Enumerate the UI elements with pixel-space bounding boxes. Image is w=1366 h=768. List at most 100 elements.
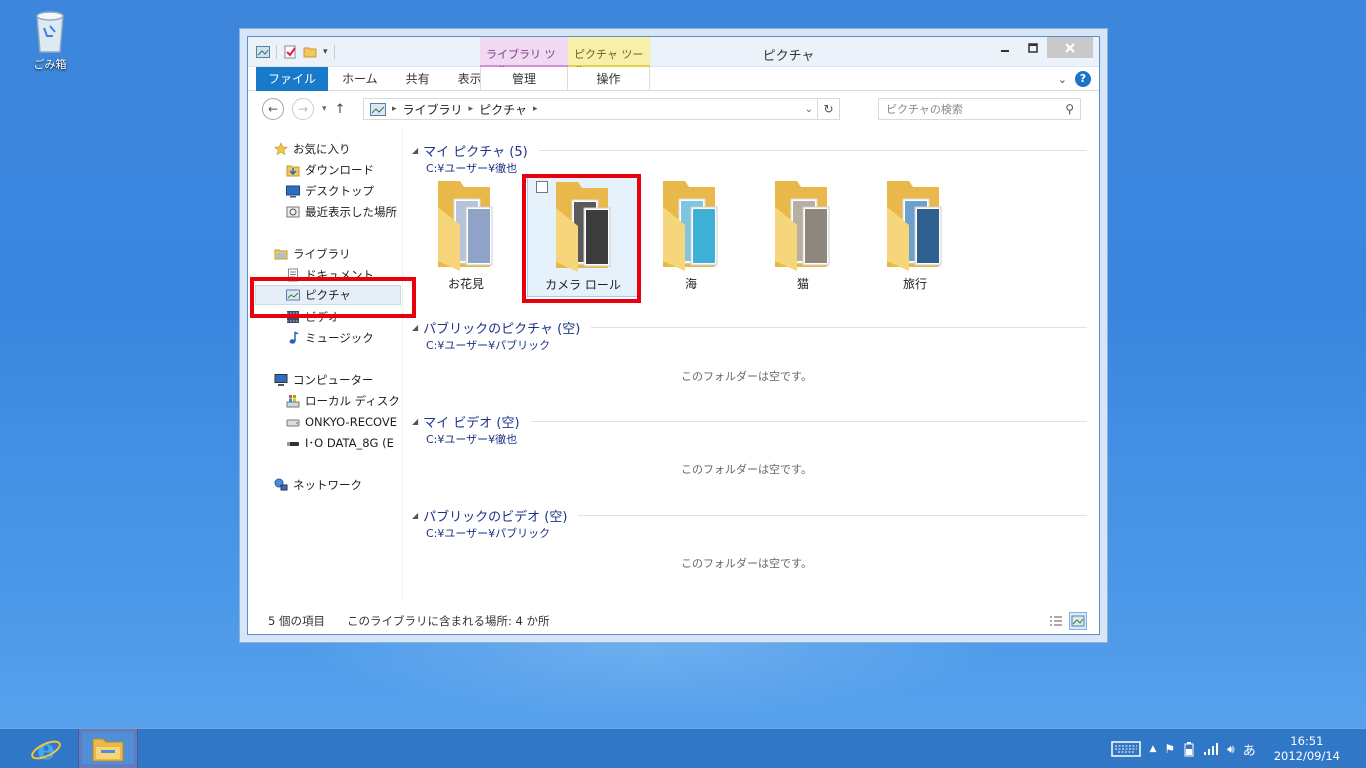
maximize-button[interactable] [1019,37,1047,58]
tab-operate[interactable]: 操作 [568,66,650,91]
collapse-arrow-icon[interactable]: ◢ [412,511,418,520]
properties-icon[interactable] [283,45,297,59]
show-hidden-icons-icon[interactable]: ▲ [1149,744,1156,754]
tab-share[interactable]: 共有 [392,67,444,91]
group-header-public-videos[interactable]: ◢ パブリックのビデオ (空) [412,507,1087,525]
forward-arrow-icon: → [297,102,309,116]
nav-documents[interactable]: ドキュメント [286,265,374,285]
collapse-arrow-icon[interactable]: ◢ [412,323,418,332]
minimize-icon [1001,49,1009,52]
volume-icon[interactable]: 🔊︎ [1227,742,1235,757]
help-icon[interactable]: ? [1075,71,1091,87]
battery-icon[interactable] [1183,741,1195,757]
tab-file[interactable]: ファイル [256,66,329,91]
internet-explorer-taskbar-button[interactable]: e [17,729,75,768]
group-divider [591,326,1087,328]
collapse-arrow-icon[interactable]: ◢ [412,417,418,426]
taskbar-clock[interactable]: 16:51 2012/09/14 [1274,734,1340,764]
refresh-icon: ↻ [823,102,834,116]
clock-date: 2012/09/14 [1273,749,1340,763]
ime-mode-indicator[interactable]: あ [1243,740,1256,759]
nav-label: ピクチャ [305,288,351,302]
breadcrumb-separator: ▸ [468,104,474,114]
window-controls [991,37,1093,58]
minimize-button[interactable] [991,37,1019,58]
qat-customize-icon[interactable]: ▾ [323,47,328,57]
network-signal-icon[interactable] [1203,742,1219,756]
address-bar[interactable]: ▸ ライブラリ ▸ ピクチャ ▸ ⌄ ↻ [363,98,840,120]
touch-keyboard-icon[interactable] [1111,741,1142,757]
search-box[interactable]: ピクチャの検索 ⚲ [878,98,1081,120]
address-dropdown-icon[interactable]: ⌄ [805,104,813,115]
folder-tile[interactable]: 旅行 [859,177,971,297]
recycle-bin-label: ごみ箱 [33,58,67,71]
folder-with-photos-icon [663,181,718,271]
nav-label: ライブラリ [293,247,351,261]
folder-with-photos-icon [556,182,611,272]
folder-tile[interactable]: お花見 [410,177,522,297]
tab-manage[interactable]: 管理 [480,66,568,91]
network-icon [274,478,288,491]
folder-tile-selected[interactable]: カメラ ロール [527,177,639,297]
nav-recent-places[interactable]: 最近表示した場所 [286,202,397,222]
folder-with-photos-icon [438,181,493,271]
tab-home[interactable]: ホーム [328,67,392,91]
nav-network[interactable]: ネットワーク [274,475,362,495]
title-bar: ▾ ライブラリ ツール ピクチャ ツール ピクチャ [248,37,1099,77]
folder-name: お花見 [447,277,484,291]
new-folder-icon[interactable] [303,45,317,59]
recycle-bin-icon [36,11,64,53]
folder-name: 旅行 [902,277,927,291]
file-explorer-icon [92,738,124,762]
empty-folder-message: このフォルダーは空です。 [681,463,812,476]
group-header-my-pictures[interactable]: ◢ マイ ピクチャ (5) [412,142,1087,160]
nav-pictures[interactable]: ピクチャ [255,285,401,305]
large-icons-view-button[interactable] [1069,612,1087,630]
internet-explorer-icon: e [31,734,61,764]
nav-label: ビデオ [305,310,340,324]
group-header-my-videos[interactable]: ◢ マイ ビデオ (空) [412,413,1087,431]
close-button[interactable] [1047,37,1093,58]
documents-icon [288,268,298,282]
nav-onkyo-recovery[interactable]: ONKYO-RECOVE [286,412,397,432]
forward-button[interactable]: → [292,98,314,120]
nav-videos[interactable]: ビデオ [286,307,340,327]
nav-label: ドキュメント [305,268,374,282]
computer-icon [274,374,288,386]
empty-folder-message: このフォルダーは空です。 [681,557,812,570]
details-view-button[interactable] [1047,612,1065,630]
file-explorer-taskbar-button[interactable] [79,729,137,768]
nav-label: ローカル ディスク (C [305,394,402,408]
group-path: C:¥ユーザー¥パブリック [426,339,551,352]
search-placeholder: ピクチャの検索 [886,103,963,116]
nav-label: ONKYO-RECOVE [305,415,397,429]
nav-computer[interactable]: コンピューター [274,370,374,390]
svg-text:e: e [37,734,55,764]
recycle-bin-desktop-icon[interactable]: ごみ箱 [22,8,78,72]
nav-desktop[interactable]: デスクトップ [286,181,374,201]
nav-downloads[interactable]: ダウンロード [286,160,374,180]
nav-io-data-drive[interactable]: I･O DATA_8G (E [286,433,394,453]
taskbar: e ▲ ⚑ 🔊︎ あ 16:51 2012/09/14 [0,728,1366,768]
recent-locations-chevron-icon[interactable]: ▾ [322,104,327,114]
nav-music[interactable]: ミュージック [286,328,374,348]
nav-libraries[interactable]: ライブラリ [274,244,351,264]
breadcrumb-separator: ▸ [532,104,538,114]
refresh-button[interactable]: ↻ [817,98,839,120]
back-button[interactable]: ← [262,98,284,120]
breadcrumb-pictures[interactable]: ピクチャ [479,101,527,118]
group-path: C:¥ユーザー¥徹也 [426,433,518,446]
group-header-public-pictures[interactable]: ◢ パブリックのピクチャ (空) [412,319,1087,337]
window-system-icon[interactable] [256,45,270,59]
downloads-folder-icon [286,165,300,177]
nav-favorites[interactable]: お気に入り [274,139,351,159]
nav-local-disk[interactable]: ローカル ディスク (C [286,391,402,411]
large-icons-view-icon [1071,615,1085,627]
expand-ribbon-chevron-icon[interactable]: ⌄ [1058,73,1067,86]
collapse-arrow-icon[interactable]: ◢ [412,146,418,155]
action-center-flag-icon[interactable]: ⚑ [1164,742,1175,756]
folder-tile[interactable]: 猫 [747,177,859,297]
folder-tile[interactable]: 海 [635,177,747,297]
up-arrow-icon[interactable]: ↑ [335,102,346,117]
breadcrumb-libraries[interactable]: ライブラリ [403,101,463,118]
